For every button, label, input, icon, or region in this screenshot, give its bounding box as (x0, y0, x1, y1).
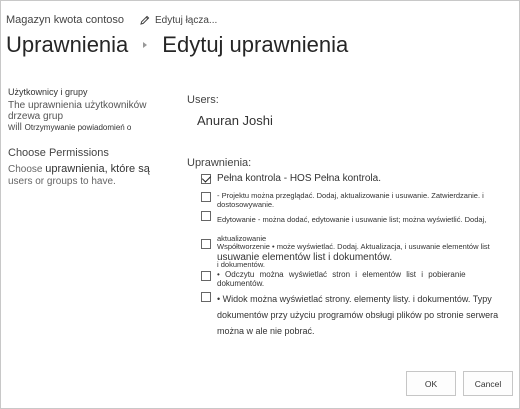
choose-permissions-description: Choose uprawnienia, które są users or gr… (8, 163, 178, 188)
breadcrumb-parent[interactable]: Uprawnienia (6, 32, 128, 58)
users-desc-part1: The (8, 100, 26, 111)
users-desc-part3: will (8, 122, 22, 133)
permission-contribute: Współtworzenie • może wyświetlać. Dodaj.… (201, 238, 513, 274)
user-name: Anuran Joshi (197, 113, 273, 128)
edit-checkbox[interactable] (201, 211, 211, 221)
edit-links-label: Edytuj łącza... (155, 14, 218, 26)
cancel-button[interactable]: Cancel (463, 371, 513, 396)
permissions-label: Uprawnienia: (187, 157, 252, 169)
permission-full-control: Pełna kontrola - HOS Pełna kontrola. (201, 173, 513, 184)
permission-design: - Projektu można przeglądać. Dodaj, aktu… (201, 191, 513, 209)
users-label: Users: (187, 94, 219, 106)
breadcrumb: Uprawnienia Edytuj uprawnienia (6, 32, 348, 58)
contribute-label-line1: Współtworzenie • może wyświetlać. Dodaj.… (217, 242, 490, 251)
perm-desc-part1: Choose (8, 164, 43, 175)
read-checkbox[interactable] (201, 271, 211, 281)
view-only-label-line2: dokumentów przy użyciu programów obsługi… (217, 310, 499, 320)
contribute-label-line2: i dokumentów. (217, 260, 265, 269)
permission-view-only: • Widok można wyświetlać strony. element… (201, 291, 513, 339)
perm-desc-part3: users or groups to have. (8, 176, 116, 187)
choose-permissions-heading: Choose Permissions (8, 147, 109, 159)
users-groups-heading: Użytkownicy i grupy (8, 87, 88, 97)
page-title: Edytuj uprawnienia (162, 32, 349, 57)
users-desc-part4: Otrzymywanie powiadomień o (24, 123, 132, 132)
edit-links-button[interactable]: Edytuj łącza... (140, 15, 217, 26)
contribute-checkbox[interactable] (201, 239, 211, 249)
design-checkbox[interactable] (201, 192, 211, 202)
users-groups-description: The uprawnienia użytkowników drzewa grup… (8, 100, 178, 133)
full-control-checkbox[interactable] (201, 174, 211, 184)
view-only-label-line1: • Widok można wyświetlać strony. element… (217, 294, 492, 304)
design-label: - Projektu można przeglądać. Dodaj, aktu… (217, 191, 484, 209)
perm-desc-part2: uprawnienia, które są (45, 163, 150, 175)
read-label: • Odczytu można wyświetlać stron i eleme… (217, 270, 466, 288)
top-bar: Magazyn kwota contoso Edytuj łącza... (6, 14, 217, 26)
pencil-icon (140, 15, 150, 25)
ok-button[interactable]: OK (406, 371, 456, 396)
view-only-checkbox[interactable] (201, 292, 211, 302)
site-name[interactable]: Magazyn kwota contoso (6, 14, 124, 26)
permission-read: • Odczytu można wyświetlać stron i eleme… (201, 270, 513, 288)
users-desc-part2: uprawnienia użytkowników drzewa grup (8, 100, 147, 122)
full-control-label: Pełna kontrola - HOS Pełna kontrola. (217, 173, 381, 184)
view-only-label-line3: można w ale nie pobrać. (217, 326, 315, 336)
breadcrumb-arrow-icon (143, 42, 148, 48)
